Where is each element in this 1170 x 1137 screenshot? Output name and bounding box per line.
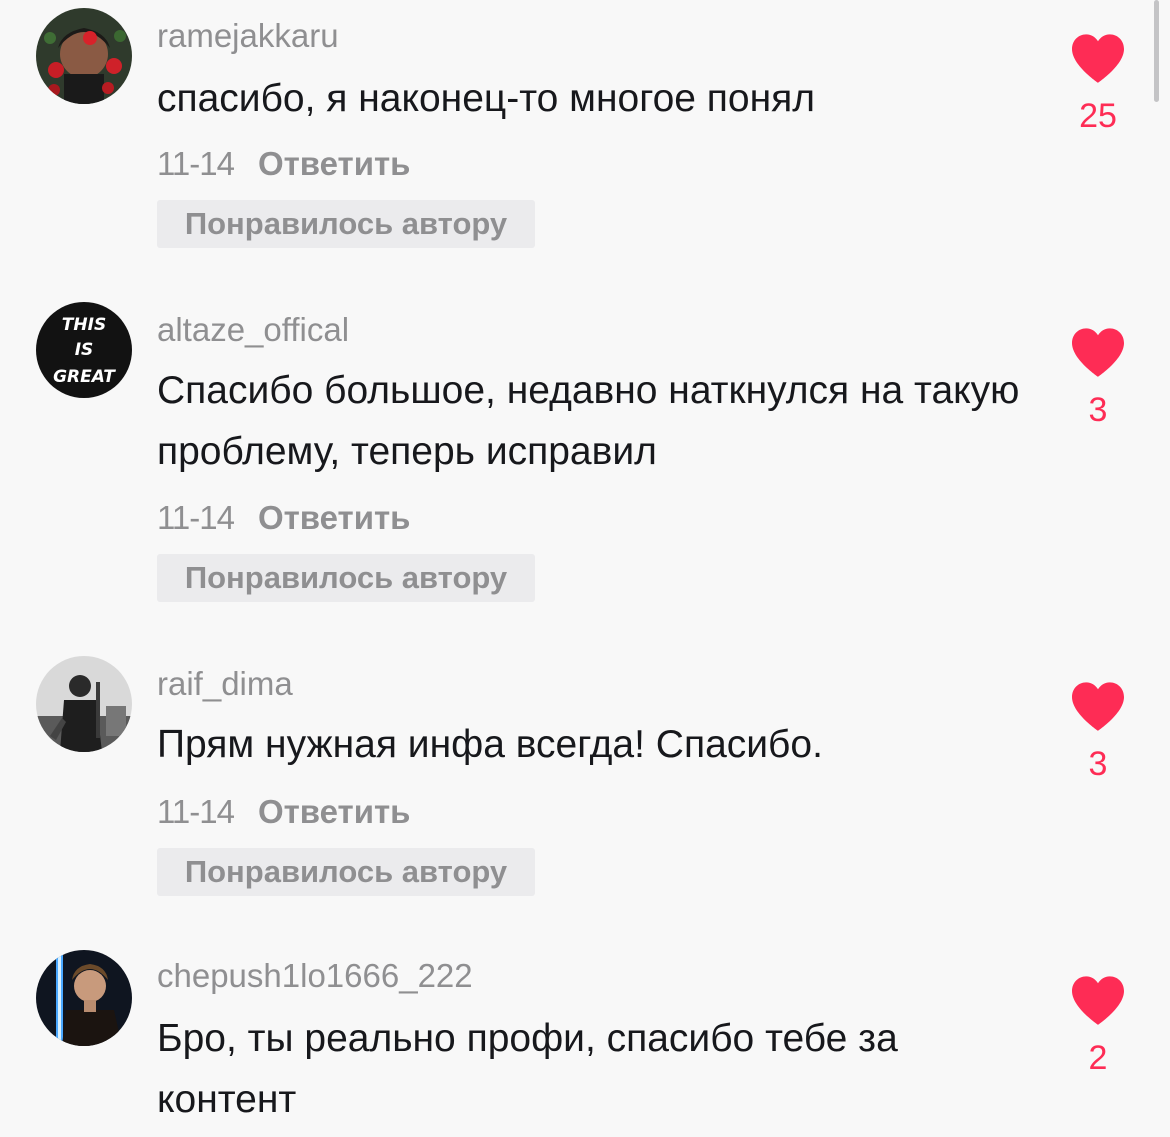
- comment-text: Прям нужная инфа всегда! Спасибо.: [157, 723, 823, 766]
- comment-text: Спасибо большое, недавно наткнулся на та…: [157, 369, 1020, 473]
- avatar[interactable]: THIS IS GREAT: [36, 302, 132, 398]
- reply-button[interactable]: Ответить: [258, 793, 411, 830]
- like-count: 25: [1079, 97, 1117, 135]
- comment-meta: 11-14 Ответить: [157, 144, 410, 184]
- comment-meta: 11-14 Ответить: [157, 792, 410, 832]
- like-button[interactable]: 3: [1062, 326, 1134, 430]
- avatar[interactable]: [36, 656, 132, 752]
- comment-text: Бро, ты реально профи, спасибо тебе за к…: [157, 1017, 898, 1121]
- comment-date: 11-14: [157, 793, 235, 830]
- like-button[interactable]: 25: [1062, 32, 1134, 136]
- comment-username[interactable]: raif_dima: [157, 664, 293, 704]
- liked-by-creator-badge: Понравилось автору: [157, 554, 535, 602]
- heart-icon: [1072, 976, 1124, 1025]
- avatar-portrait-icon: [36, 8, 132, 104]
- avatar[interactable]: [36, 8, 132, 104]
- avatar-this-is-great-icon: THIS IS GREAT: [36, 302, 132, 398]
- avatar[interactable]: [36, 950, 132, 1046]
- like-button[interactable]: 2: [1062, 974, 1134, 1078]
- reply-button[interactable]: Ответить: [258, 145, 411, 182]
- comment-date: 11-14: [157, 499, 235, 536]
- avatar-bw-musician-icon: [36, 656, 132, 752]
- comment-username[interactable]: ramejakkaru: [157, 16, 339, 56]
- avatar-text-line: THIS: [62, 315, 106, 335]
- comment-username[interactable]: chepush1lo1666_222: [157, 956, 473, 996]
- like-count: 3: [1088, 745, 1108, 783]
- comment-text: спасибо, я наконец-то многое понял: [157, 77, 816, 120]
- reply-button[interactable]: Ответить: [258, 499, 411, 536]
- liked-by-creator-badge: Понравилось автору: [157, 200, 535, 248]
- like-count: 3: [1088, 391, 1108, 429]
- like-button[interactable]: 3: [1062, 680, 1134, 784]
- like-count: 2: [1088, 1039, 1108, 1077]
- scrollbar[interactable]: [1154, 0, 1159, 102]
- liked-by-creator-badge: Понравилось автору: [157, 848, 535, 896]
- heart-icon: [1072, 682, 1124, 731]
- heart-icon: [1072, 328, 1124, 377]
- comment-meta: 11-14 Ответить: [157, 498, 410, 538]
- heart-icon: [1072, 34, 1124, 83]
- comment-date: 11-14: [157, 145, 235, 182]
- avatar-text-line: IS: [75, 340, 94, 360]
- avatar-portrait-lightsaber-icon: [36, 950, 132, 1046]
- comment-username[interactable]: altaze_offical: [157, 310, 349, 350]
- comments-list: ramejakkaru спасибо, я наконец-то многое…: [0, 0, 1170, 1137]
- avatar-text-line: GREAT: [53, 367, 116, 387]
